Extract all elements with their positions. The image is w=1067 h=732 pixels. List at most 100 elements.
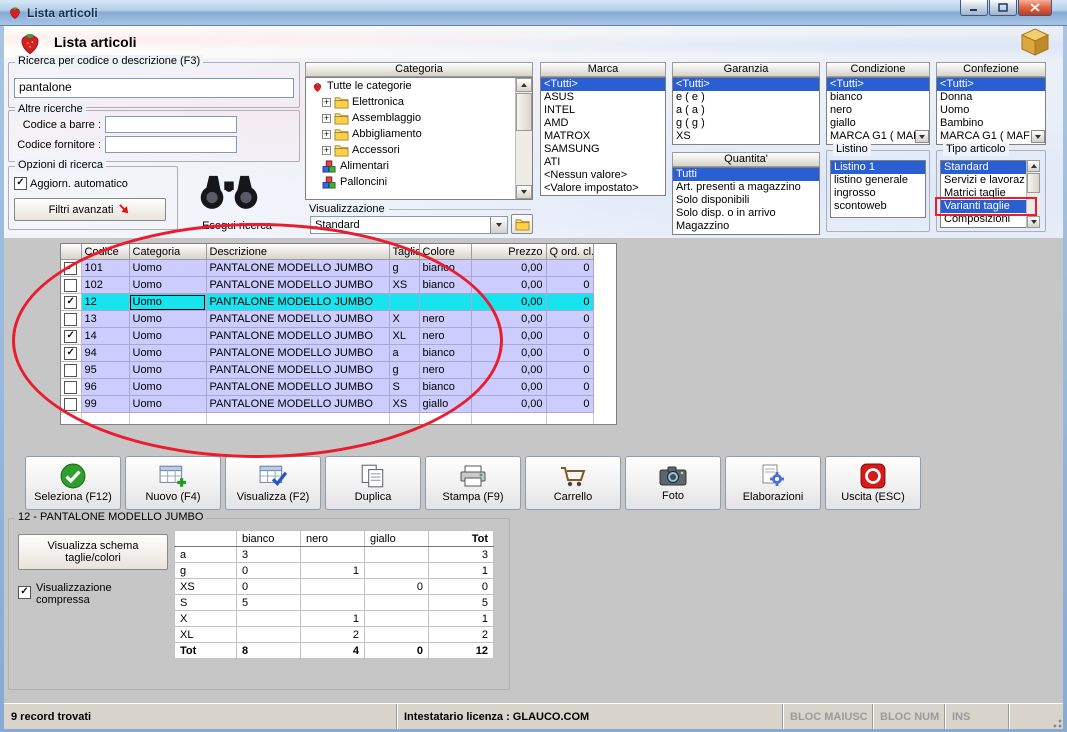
list-item[interactable]: Composizioni	[941, 213, 1026, 226]
list-item[interactable]: Bambino	[937, 117, 1045, 130]
articles-table-container[interactable]: Codice Categoria Descrizione Taglia Colo…	[60, 243, 617, 425]
execute-search-button[interactable]: Esegui ricerca	[172, 220, 302, 232]
list-item[interactable]: <Tutti>	[937, 78, 1045, 91]
garanzia-list[interactable]: <Tutti> e ( e ) a ( a ) g ( g ) XS	[672, 77, 820, 145]
list-item[interactable]: Listino 1	[831, 161, 925, 174]
row-checkbox[interactable]	[64, 363, 78, 377]
confezione-list[interactable]: <Tutti> Donna Uomo Bambino MARCA G1 ( MA…	[936, 77, 1046, 145]
maximize-button[interactable]	[989, 0, 1017, 16]
list-item[interactable]: Standard	[941, 161, 1026, 174]
table-row[interactable]: ✓ 14 Uomo PANTALONE MODELLO JUMBO XL ner…	[61, 327, 594, 345]
visualizza-button[interactable]: Visualizza (F2)	[225, 456, 321, 510]
checkbox-column-header[interactable]	[61, 244, 82, 260]
binoculars-icon[interactable]	[196, 168, 262, 212]
column-header-taglia[interactable]: Taglia	[389, 244, 420, 260]
package-icon[interactable]	[1020, 27, 1050, 57]
table-row[interactable]: 95 Uomo PANTALONE MODELLO JUMBO g nero 0…	[61, 361, 594, 379]
duplica-button[interactable]: Duplica	[325, 456, 421, 510]
seleziona-button[interactable]: Seleziona (F12)	[25, 456, 121, 510]
listino-list[interactable]: Listino 1 listino generale ingrosso scon…	[830, 160, 926, 218]
list-item[interactable]: Art. presenti a magazzino	[673, 181, 819, 194]
list-item[interactable]: MARCA G1 ( MAF	[827, 130, 929, 143]
tree-item-palloncini[interactable]: Palloncini	[306, 174, 532, 190]
advanced-filters-button[interactable]: Filtri avanzati	[14, 198, 166, 221]
list-item[interactable]: listino generale	[831, 174, 925, 187]
visualizzazione-dropdown[interactable]: Standard	[310, 216, 508, 234]
list-item[interactable]: <Tutti>	[673, 78, 819, 91]
titlebar[interactable]: Lista articoli	[0, 0, 1067, 26]
compressed-checkbox[interactable]: ✓	[18, 586, 31, 599]
list-item[interactable]: ASUS	[541, 91, 665, 104]
close-button[interactable]	[1018, 0, 1052, 16]
tipo-articolo-list[interactable]: Standard Servizi e lavoraz Matrici tagli…	[940, 160, 1026, 228]
row-checkbox[interactable]	[64, 397, 78, 411]
confezione-dropdown-button[interactable]	[1031, 130, 1045, 143]
list-item[interactable]: e ( e )	[673, 91, 819, 104]
tree-item-assemblaggio[interactable]: + Assemblaggio	[306, 110, 532, 126]
list-item[interactable]: <Tutti>	[827, 78, 929, 91]
list-item[interactable]: giallo	[827, 117, 929, 130]
scroll-down-button[interactable]	[1027, 216, 1040, 228]
scroll-thumb[interactable]	[1027, 173, 1040, 193]
expand-icon[interactable]: +	[322, 97, 331, 107]
expand-icon[interactable]: +	[322, 113, 331, 123]
list-item[interactable]: Matrici taglie	[941, 187, 1026, 200]
tree-item-accessori[interactable]: + Accessori	[306, 142, 532, 158]
row-checkbox[interactable]: ✓	[64, 261, 78, 275]
row-checkbox[interactable]: ✓	[64, 329, 78, 343]
row-checkbox[interactable]	[64, 380, 78, 394]
categoria-tree[interactable]: Tutte le categorie + Elettronica + Assem…	[305, 77, 533, 200]
scroll-down-button[interactable]	[516, 185, 532, 199]
table-row[interactable]: 99 Uomo PANTALONE MODELLO JUMBO XS giall…	[61, 395, 594, 413]
marca-list[interactable]: <Tutti> ASUS INTEL AMD MATROX SAMSUNG AT…	[540, 77, 666, 196]
condizione-dropdown-button[interactable]	[915, 130, 929, 143]
list-item[interactable]: ingrosso	[831, 187, 925, 200]
open-folder-button[interactable]	[511, 214, 533, 234]
list-item[interactable]: AMD	[541, 117, 665, 130]
quantita-list[interactable]: Tutti Art. presenti a magazzino Solo dis…	[672, 167, 820, 235]
minimize-button[interactable]	[960, 0, 988, 16]
column-header-codice[interactable]: Codice	[81, 244, 130, 260]
tree-item-all-categories[interactable]: Tutte le categorie	[306, 78, 532, 94]
scroll-up-button[interactable]	[516, 78, 532, 92]
list-item[interactable]: <Nessun valore>	[541, 169, 665, 182]
table-row[interactable]: 102 Uomo PANTALONE MODELLO JUMBO XS bian…	[61, 276, 594, 294]
uscita-button[interactable]: Uscita (ESC)	[825, 456, 921, 510]
stampa-button[interactable]: Stampa (F9)	[425, 456, 521, 510]
expand-icon[interactable]: +	[322, 145, 331, 155]
table-row[interactable]: ✓ 94 Uomo PANTALONE MODELLO JUMBO a bian…	[61, 344, 594, 362]
row-checkbox[interactable]	[64, 312, 78, 326]
barcode-input[interactable]	[105, 116, 237, 133]
list-item[interactable]: INTEL	[541, 104, 665, 117]
tree-item-elettronica[interactable]: + Elettronica	[306, 94, 532, 110]
list-item[interactable]: MATROX	[541, 130, 665, 143]
supplier-code-input[interactable]	[105, 136, 237, 153]
column-header-prezzo[interactable]: Prezzo	[471, 244, 547, 260]
list-item[interactable]: Solo disp. o in arrivo	[673, 207, 819, 220]
list-item-varianti-taglie[interactable]: Varianti taglie	[941, 200, 1026, 213]
list-item[interactable]: scontoweb	[831, 200, 925, 213]
dropdown-arrow-button[interactable]	[490, 217, 507, 233]
list-item[interactable]: nero	[827, 104, 929, 117]
table-row[interactable]: 13 Uomo PANTALONE MODELLO JUMBO X nero 0…	[61, 310, 594, 328]
categoria-scrollbar[interactable]	[515, 78, 532, 199]
row-checkbox[interactable]: ✓	[64, 295, 78, 309]
scroll-thumb[interactable]	[516, 93, 532, 131]
column-header-colore[interactable]: Colore	[419, 244, 472, 260]
list-item[interactable]: Magazzino	[673, 220, 819, 233]
list-item[interactable]: Tutti	[673, 168, 819, 181]
table-row[interactable]: ✓ 101 Uomo PANTALONE MODELLO JUMBO g bia…	[61, 259, 594, 277]
list-item[interactable]: g ( g )	[673, 117, 819, 130]
elaborazioni-button[interactable]: Elaborazioni	[725, 456, 821, 510]
search-input[interactable]: pantalone	[14, 78, 294, 98]
list-item[interactable]: XS	[673, 130, 819, 143]
row-checkbox[interactable]: ✓	[64, 346, 78, 360]
expand-icon[interactable]: +	[322, 129, 331, 139]
tree-item-alimentari[interactable]: Alimentari	[306, 158, 532, 174]
table-row-selected[interactable]: ✓ 12 Uomo PANTALONE MODELLO JUMBO 0,00 0	[61, 293, 594, 311]
schema-taglie-button[interactable]: Visualizza schema taglie/colori	[18, 534, 168, 570]
list-item[interactable]: SAMSUNG	[541, 143, 665, 156]
column-header-descrizione[interactable]: Descrizione	[206, 244, 390, 260]
list-item[interactable]: Donna	[937, 91, 1045, 104]
list-item[interactable]: bianco	[827, 91, 929, 104]
